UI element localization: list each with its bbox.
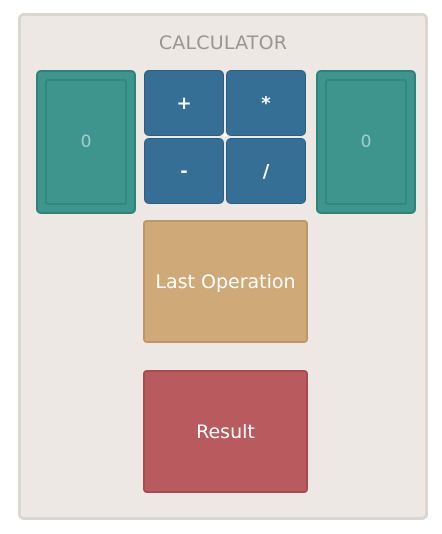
multiply-button[interactable]: *	[226, 70, 306, 136]
operator-grid: + * - / ✦	[144, 70, 307, 205]
calculator-title: CALCULATOR	[158, 32, 288, 54]
calculator-panel: CALCULATOR 0 + * - / ✦ 0 Last Operation …	[18, 13, 428, 520]
divide-button[interactable]: /	[226, 138, 306, 204]
subtract-button[interactable]: -	[144, 138, 224, 204]
add-button[interactable]: +	[144, 70, 224, 136]
last-operation-button[interactable]: Last Operation	[143, 220, 308, 343]
left-operand-button[interactable]: 0	[36, 70, 136, 214]
result-button[interactable]: Result	[143, 370, 308, 493]
sparkle-icon: ✦	[220, 129, 230, 142]
right-operand-button[interactable]: 0	[316, 70, 416, 214]
right-operand-value: 0	[325, 79, 407, 205]
left-operand-value: 0	[45, 79, 127, 205]
